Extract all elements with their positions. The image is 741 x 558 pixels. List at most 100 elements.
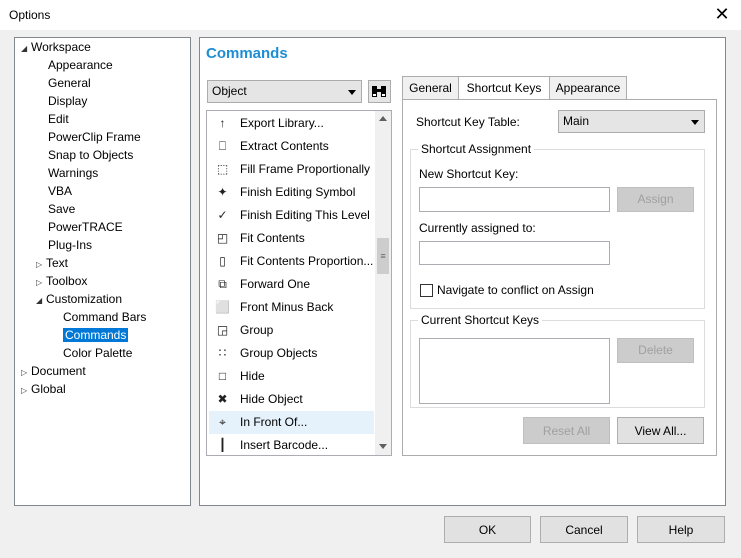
command-icon: ✖ <box>217 392 228 406</box>
command-item[interactable]: ⧉ Forward One <box>209 273 374 296</box>
command-item[interactable]: ∷ Group Objects <box>209 342 374 365</box>
command-item[interactable]: ✓ Finish Editing This Level <box>209 204 374 227</box>
command-label: In Front Of... <box>240 415 308 429</box>
collapse-icon[interactable]: ◢ <box>21 40 31 57</box>
scroll-thumb[interactable]: ≡ <box>377 238 389 274</box>
chevron-down-icon <box>691 120 699 125</box>
command-item[interactable]: ◲ Group <box>209 319 374 342</box>
command-item[interactable]: ↑ Export Library... <box>209 112 374 135</box>
ok-button[interactable]: OK <box>444 516 531 543</box>
command-icon: ⧉ <box>218 277 227 291</box>
command-label: Hide <box>240 369 265 383</box>
tree-item-label: Text <box>46 256 69 270</box>
tree-item-label: PowerTRACE <box>48 220 123 234</box>
command-item[interactable]: ✦ Finish Editing Symbol <box>209 181 374 204</box>
command-label: Forward One <box>240 277 311 291</box>
cancel-button[interactable]: Cancel <box>540 516 628 543</box>
tree-item-label: Display <box>48 94 88 108</box>
reset-all-button[interactable]: Reset All <box>523 417 610 444</box>
tree-item-label: Snap to Objects <box>48 148 134 162</box>
tree-item-label: Toolbox <box>46 274 88 288</box>
command-label: Export Library... <box>240 116 324 130</box>
expand-icon[interactable]: ▷ <box>21 364 31 381</box>
tree-item-powerclip-frame[interactable]: PowerClip Frame <box>36 129 141 146</box>
shortcut-table-value: Main <box>563 114 590 128</box>
collapse-icon[interactable]: ◢ <box>36 292 46 309</box>
tree-item-label: VBA <box>48 184 73 198</box>
tree-item-label: Commands <box>63 328 129 342</box>
expand-icon[interactable]: ▷ <box>36 256 46 273</box>
tab-general[interactable]: General <box>402 76 459 101</box>
command-item[interactable]: ▯ Fit Contents Proportion... <box>209 250 374 273</box>
category-select-value: Object <box>212 84 247 98</box>
find-button[interactable] <box>368 80 391 103</box>
tree-item-workspace[interactable]: ◢ Workspace <box>21 39 91 56</box>
navigate-conflict-label[interactable]: Navigate to conflict on Assign <box>437 283 594 297</box>
commands-list[interactable]: ↑ Export Library... ⎕ Extract Contents ⬚ Fill… <box>206 110 392 456</box>
scroll-up-icon[interactable] <box>379 116 387 121</box>
new-shortcut-key-input[interactable] <box>419 187 610 212</box>
tree-item-command-bars[interactable]: Command Bars <box>51 309 146 326</box>
tree-item-text[interactable]: ▷ Text <box>36 255 68 272</box>
command-label: Group <box>240 323 274 337</box>
shortcut-table-select[interactable]: Main <box>558 110 705 133</box>
view-all-button[interactable]: View All... <box>617 417 704 444</box>
tree-item-save[interactable]: Save <box>36 201 75 218</box>
tree-item-customization[interactable]: ◢ Customization <box>36 291 122 308</box>
command-item[interactable]: ◰ Fit Contents <box>209 227 374 250</box>
command-item[interactable]: ✖ Hide Object <box>209 388 374 411</box>
tree-item-display[interactable]: Display <box>36 93 87 110</box>
expand-icon[interactable]: ▷ <box>36 274 46 291</box>
assign-button[interactable]: Assign <box>617 187 694 212</box>
tree-item-label: PowerClip Frame <box>48 130 141 144</box>
tree-item-snap-to-objects[interactable]: Snap to Objects <box>36 147 133 164</box>
tree-item-warnings[interactable]: Warnings <box>36 165 98 182</box>
command-item[interactable]: ⎕ Extract Contents <box>209 135 374 158</box>
binoculars-icon <box>372 86 386 97</box>
tree-item-vba[interactable]: VBA <box>36 183 72 200</box>
category-select[interactable]: Object <box>207 80 362 103</box>
command-item[interactable]: ⬜ Front Minus Back <box>209 296 374 319</box>
command-label: Finish Editing This Level <box>240 208 370 222</box>
command-item[interactable]: ⌖ In Front Of... <box>209 411 374 434</box>
close-icon[interactable]: ✕ <box>712 4 732 24</box>
command-label: Extract Contents <box>240 139 329 153</box>
tree-item-label: Plug-Ins <box>48 238 93 252</box>
commands-scrollbar[interactable]: ≡ <box>375 111 391 455</box>
window-title: Options <box>9 8 51 22</box>
command-label: Hide Object <box>240 392 303 406</box>
tree-item-commands[interactable]: Commands <box>51 327 129 344</box>
delete-button[interactable]: Delete <box>617 338 694 363</box>
command-label: Fit Contents <box>240 231 305 245</box>
command-label: Fit Contents Proportion... <box>240 254 374 268</box>
current-shortcut-keys-list[interactable] <box>419 338 610 404</box>
tree-item-plug-ins[interactable]: Plug-Ins <box>36 237 92 254</box>
command-item[interactable]: ┃ Insert Barcode... <box>209 434 374 455</box>
tree-item-color-palette[interactable]: Color Palette <box>51 345 132 362</box>
command-item[interactable]: ⬚ Fill Frame Proportionally <box>209 158 374 181</box>
expand-icon[interactable]: ▷ <box>21 382 31 399</box>
tree-item-document[interactable]: ▷ Document <box>21 363 86 380</box>
command-icon: ┃ <box>218 438 227 452</box>
tree-item-label: Document <box>31 364 86 378</box>
tree-item-global[interactable]: ▷ Global <box>21 381 66 398</box>
command-label: Finish Editing Symbol <box>240 185 356 199</box>
navigate-conflict-checkbox[interactable] <box>420 284 433 297</box>
tree-item-label: Warnings <box>48 166 99 180</box>
tree-item-general[interactable]: General <box>36 75 91 92</box>
command-icon: ◰ <box>216 231 229 245</box>
help-button[interactable]: Help <box>637 516 725 543</box>
tree-item-edit[interactable]: Edit <box>36 111 69 128</box>
tab-appearance[interactable]: Appearance <box>549 76 627 101</box>
command-item[interactable]: □ Hide <box>209 365 374 388</box>
command-icon: ⌖ <box>219 415 226 429</box>
command-label: Group Objects <box>240 346 318 360</box>
tree-item-label: Global <box>31 382 66 396</box>
tree-item-powertrace[interactable]: PowerTRACE <box>36 219 123 236</box>
tree-item-label: Appearance <box>48 58 113 72</box>
tree-item-toolbox[interactable]: ▷ Toolbox <box>36 273 87 290</box>
tree-item-appearance[interactable]: Appearance <box>36 57 113 74</box>
command-label: Front Minus Back <box>240 300 334 314</box>
scroll-down-icon[interactable] <box>379 444 387 449</box>
options-tree[interactable]: ◢ Workspace Appearance General Display Edit Po… <box>14 37 191 506</box>
